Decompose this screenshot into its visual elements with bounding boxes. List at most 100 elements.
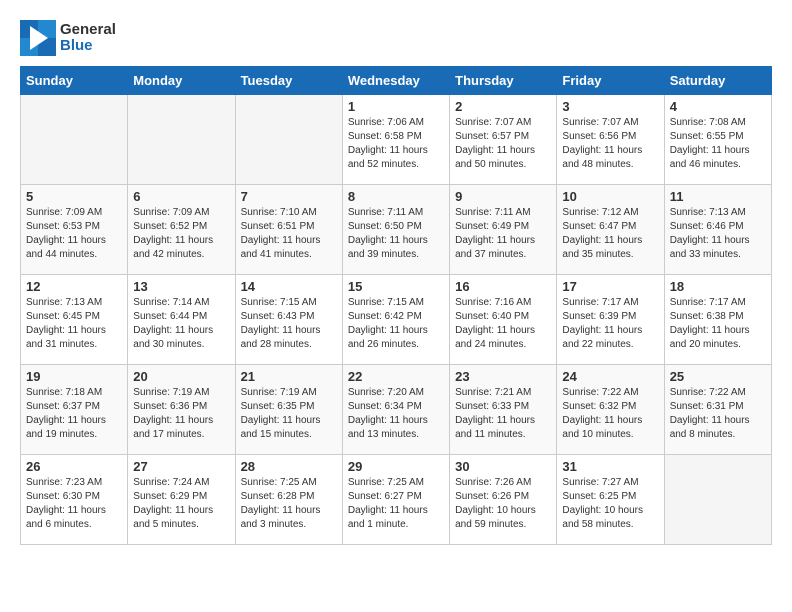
calendar-day-cell: 9 Sunrise: 7:11 AMSunset: 6:49 PMDaylight… — [450, 185, 557, 275]
day-number: 27 — [133, 459, 229, 474]
day-info: Sunrise: 7:17 AMSunset: 6:38 PMDaylight:… — [670, 296, 766, 352]
calendar-day-cell — [128, 95, 235, 185]
day-number: 26 — [26, 459, 122, 474]
day-number: 28 — [241, 459, 337, 474]
day-info: Sunrise: 7:19 AMSunset: 6:36 PMDaylight:… — [133, 386, 229, 442]
day-number: 12 — [26, 279, 122, 294]
day-number: 18 — [670, 279, 766, 294]
calendar-table: SundayMondayTuesdayWednesdayThursdayFrid… — [20, 66, 772, 545]
day-info: Sunrise: 7:08 AMSunset: 6:55 PMDaylight:… — [670, 116, 766, 172]
day-number: 4 — [670, 99, 766, 114]
weekday-header: Sunday — [21, 67, 128, 95]
day-number: 22 — [348, 369, 444, 384]
calendar-day-cell: 11Sunrise: 7:13 AMSunset: 6:46 PMDayligh… — [664, 185, 771, 275]
logo: General Blue — [20, 20, 116, 56]
calendar-day-cell: 26Sunrise: 7:23 AMSunset: 6:30 PMDayligh… — [21, 455, 128, 545]
calendar-day-cell: 17Sunrise: 7:17 AMSunset: 6:39 PMDayligh… — [557, 275, 664, 365]
logo-general: General — [60, 22, 116, 39]
calendar-day-cell: 22Sunrise: 7:20 AMSunset: 6:34 PMDayligh… — [342, 365, 449, 455]
page-header: General Blue — [20, 20, 772, 56]
day-number: 25 — [670, 369, 766, 384]
day-number: 8 — [348, 189, 444, 204]
day-info: Sunrise: 7:11 AMSunset: 6:49 PMDaylight:… — [455, 206, 551, 262]
day-number: 19 — [26, 369, 122, 384]
day-info: Sunrise: 7:16 AMSunset: 6:40 PMDaylight:… — [455, 296, 551, 352]
day-info: Sunrise: 7:11 AMSunset: 6:50 PMDaylight:… — [348, 206, 444, 262]
calendar-day-cell: 14 Sunrise: 7:15 AMSunset: 6:43 PMDayligh… — [235, 275, 342, 365]
day-number: 5 — [26, 189, 122, 204]
day-number: 30 — [455, 459, 551, 474]
calendar-day-cell: 24 Sunrise: 7:22 AMSunset: 6:32 PMDayligh… — [557, 365, 664, 455]
calendar-day-cell: 4 Sunrise: 7:08 AMSunset: 6:55 PMDaylight… — [664, 95, 771, 185]
calendar-week-row: 12 Sunrise: 7:13 AMSunset: 6:45 PMDayligh… — [21, 275, 772, 365]
day-number: 20 — [133, 369, 229, 384]
day-number: 10 — [562, 189, 658, 204]
day-number: 13 — [133, 279, 229, 294]
weekday-header: Friday — [557, 67, 664, 95]
calendar-day-cell: 6 Sunrise: 7:09 AMSunset: 6:52 PMDaylight… — [128, 185, 235, 275]
calendar-day-cell: 19 Sunrise: 7:18 AMSunset: 6:37 PMDayligh… — [21, 365, 128, 455]
day-info: Sunrise: 7:24 AMSunset: 6:29 PMDaylight:… — [133, 476, 229, 532]
day-info: Sunrise: 7:25 AMSunset: 6:28 PMDaylight:… — [241, 476, 337, 532]
day-info: Sunrise: 7:19 AMSunset: 6:35 PMDaylight:… — [241, 386, 337, 442]
day-number: 6 — [133, 189, 229, 204]
day-info: Sunrise: 7:22 AMSunset: 6:32 PMDaylight:… — [562, 386, 658, 442]
day-info: Sunrise: 7:15 AMSunset: 6:43 PMDaylight:… — [241, 296, 337, 352]
weekday-header: Saturday — [664, 67, 771, 95]
logo-text: General Blue — [20, 20, 116, 56]
calendar-day-cell: 2 Sunrise: 7:07 AMSunset: 6:57 PMDaylight… — [450, 95, 557, 185]
day-number: 9 — [455, 189, 551, 204]
day-number: 16 — [455, 279, 551, 294]
weekday-header: Monday — [128, 67, 235, 95]
day-number: 1 — [348, 99, 444, 114]
day-number: 24 — [562, 369, 658, 384]
calendar-day-cell: 7 Sunrise: 7:10 AMSunset: 6:51 PMDaylight… — [235, 185, 342, 275]
calendar-day-cell: 23Sunrise: 7:21 AMSunset: 6:33 PMDayligh… — [450, 365, 557, 455]
day-number: 21 — [241, 369, 337, 384]
calendar-day-cell: 30 Sunrise: 7:26 AMSunset: 6:26 PMDayligh… — [450, 455, 557, 545]
calendar-week-row: 1 Sunrise: 7:06 AMSunset: 6:58 PMDaylight… — [21, 95, 772, 185]
day-info: Sunrise: 7:27 AMSunset: 6:25 PMDaylight:… — [562, 476, 658, 532]
calendar-day-cell: 18 Sunrise: 7:17 AMSunset: 6:38 PMDayligh… — [664, 275, 771, 365]
calendar-day-cell: 15Sunrise: 7:15 AMSunset: 6:42 PMDayligh… — [342, 275, 449, 365]
weekday-header: Wednesday — [342, 67, 449, 95]
day-info: Sunrise: 7:07 AMSunset: 6:57 PMDaylight:… — [455, 116, 551, 172]
calendar-day-cell: 25Sunrise: 7:22 AMSunset: 6:31 PMDayligh… — [664, 365, 771, 455]
calendar-day-cell: 31 Sunrise: 7:27 AMSunset: 6:25 PMDayligh… — [557, 455, 664, 545]
day-info: Sunrise: 7:12 AMSunset: 6:47 PMDaylight:… — [562, 206, 658, 262]
calendar-day-cell: 21 Sunrise: 7:19 AMSunset: 6:35 PMDayligh… — [235, 365, 342, 455]
calendar-day-cell: 28 Sunrise: 7:25 AMSunset: 6:28 PMDayligh… — [235, 455, 342, 545]
weekday-header: Tuesday — [235, 67, 342, 95]
calendar-week-row: 26Sunrise: 7:23 AMSunset: 6:30 PMDayligh… — [21, 455, 772, 545]
calendar-day-cell: 16 Sunrise: 7:16 AMSunset: 6:40 PMDayligh… — [450, 275, 557, 365]
weekday-header-row: SundayMondayTuesdayWednesdayThursdayFrid… — [21, 67, 772, 95]
calendar-day-cell — [664, 455, 771, 545]
calendar-day-cell: 3 Sunrise: 7:07 AMSunset: 6:56 PMDaylight… — [557, 95, 664, 185]
day-number: 17 — [562, 279, 658, 294]
day-info: Sunrise: 7:09 AMSunset: 6:53 PMDaylight:… — [26, 206, 122, 262]
calendar-week-row: 19 Sunrise: 7:18 AMSunset: 6:37 PMDayligh… — [21, 365, 772, 455]
calendar-day-cell: 1 Sunrise: 7:06 AMSunset: 6:58 PMDaylight… — [342, 95, 449, 185]
logo-emblem — [20, 20, 56, 56]
day-info: Sunrise: 7:18 AMSunset: 6:37 PMDaylight:… — [26, 386, 122, 442]
day-info: Sunrise: 7:06 AMSunset: 6:58 PMDaylight:… — [348, 116, 444, 172]
day-number: 3 — [562, 99, 658, 114]
day-number: 29 — [348, 459, 444, 474]
calendar-day-cell: 29 Sunrise: 7:25 AMSunset: 6:27 PMDayligh… — [342, 455, 449, 545]
calendar-day-cell: 27 Sunrise: 7:24 AMSunset: 6:29 PMDayligh… — [128, 455, 235, 545]
day-number: 23 — [455, 369, 551, 384]
calendar-day-cell: 10 Sunrise: 7:12 AMSunset: 6:47 PMDayligh… — [557, 185, 664, 275]
calendar-day-cell — [21, 95, 128, 185]
day-number: 7 — [241, 189, 337, 204]
day-number: 31 — [562, 459, 658, 474]
day-info: Sunrise: 7:26 AMSunset: 6:26 PMDaylight:… — [455, 476, 551, 532]
calendar-week-row: 5 Sunrise: 7:09 AMSunset: 6:53 PMDaylight… — [21, 185, 772, 275]
day-info: Sunrise: 7:13 AMSunset: 6:45 PMDaylight:… — [26, 296, 122, 352]
day-number: 2 — [455, 99, 551, 114]
day-number: 14 — [241, 279, 337, 294]
calendar-day-cell: 8 Sunrise: 7:11 AMSunset: 6:50 PMDaylight… — [342, 185, 449, 275]
day-info: Sunrise: 7:07 AMSunset: 6:56 PMDaylight:… — [562, 116, 658, 172]
day-info: Sunrise: 7:25 AMSunset: 6:27 PMDaylight:… — [348, 476, 444, 532]
day-info: Sunrise: 7:09 AMSunset: 6:52 PMDaylight:… — [133, 206, 229, 262]
day-info: Sunrise: 7:10 AMSunset: 6:51 PMDaylight:… — [241, 206, 337, 262]
